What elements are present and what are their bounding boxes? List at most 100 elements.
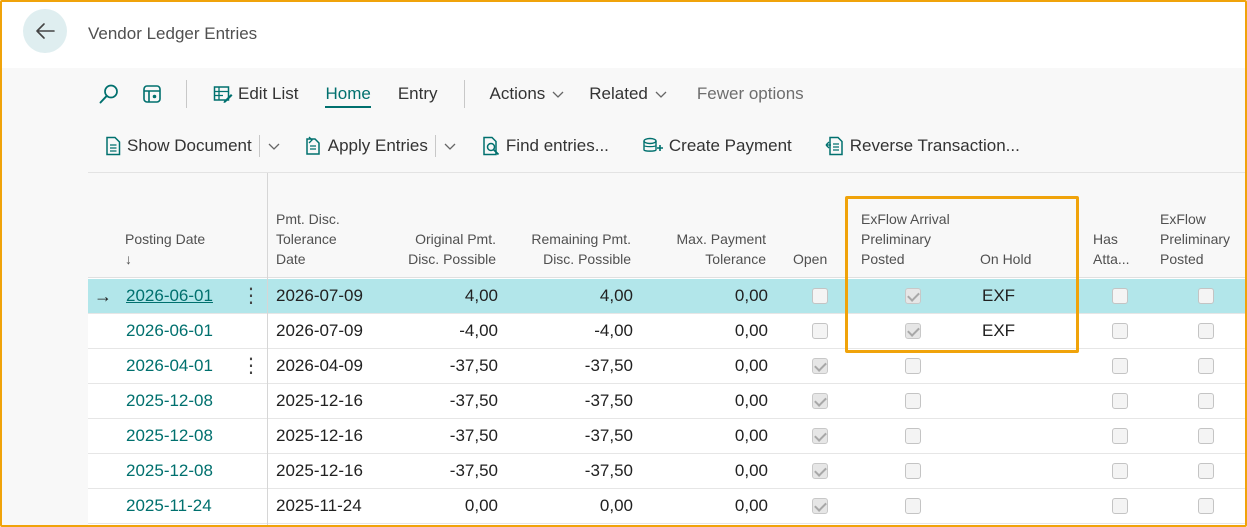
actions-menu-label: Actions — [489, 84, 546, 103]
row-actions-icon[interactable]: ⋮ — [241, 349, 261, 383]
column-header-open[interactable]: Open — [793, 249, 843, 269]
exflow-arrival-preliminary-posted-checkbox[interactable] — [905, 463, 921, 479]
column-header-label: Date — [276, 251, 306, 267]
remaining-pmt-disc-possible-cell: -37,50 — [584, 461, 633, 480]
column-header-original-pmt-disc-possible[interactable]: Original Pmt. Disc. Possible — [388, 229, 496, 269]
column-header-has-attachment[interactable]: Has Atta... — [1093, 229, 1143, 269]
posting-date-link[interactable]: 2026-04-01 — [126, 349, 213, 383]
tab-home[interactable]: Home — [325, 68, 372, 120]
open-checkbox[interactable] — [812, 288, 828, 304]
column-header-exflow-arrival-preliminary-posted[interactable]: ExFlow Arrival Preliminary Posted — [861, 209, 971, 269]
window-frame: Vendor Ledger Entries Edit List Home Ent… — [0, 0, 1247, 527]
exflow-preliminary-posted-checkbox[interactable] — [1198, 288, 1214, 304]
exflow-arrival-preliminary-posted-checkbox[interactable] — [905, 428, 921, 444]
table-row[interactable]: 2026-04-01 ⋮ 2026-04-09 -37,50 -37,50 0,00 — [88, 349, 1245, 384]
open-checkbox[interactable] — [812, 393, 828, 409]
open-checkbox[interactable] — [812, 323, 828, 339]
column-header-label: Preliminary — [861, 231, 932, 247]
posting-date-link[interactable]: 2026-06-01 — [126, 279, 213, 313]
exflow-preliminary-posted-checkbox[interactable] — [1198, 428, 1214, 444]
exflow-preliminary-posted-checkbox[interactable] — [1198, 358, 1214, 374]
exflow-preliminary-posted-checkbox[interactable] — [1198, 498, 1214, 514]
reverse-transaction-label: Reverse Transaction... — [849, 136, 1020, 155]
column-header-max-payment-tolerance[interactable]: Max. Payment Tolerance — [648, 229, 766, 269]
has-attachment-checkbox[interactable] — [1112, 463, 1128, 479]
posting-date-link[interactable]: 2026-06-01 — [126, 314, 213, 348]
actions-menu[interactable]: Actions — [490, 68, 566, 120]
exflow-preliminary-posted-checkbox[interactable] — [1198, 393, 1214, 409]
table-row[interactable]: 2025-12-08 2025-12-16 -37,50 -37,50 0,00 — [88, 419, 1245, 454]
column-header-label: Atta... — [1093, 251, 1130, 267]
exflow-arrival-preliminary-posted-checkbox[interactable] — [905, 323, 921, 339]
column-header-label: On Hold — [980, 251, 1032, 267]
column-header-label: Disc. Possible — [543, 251, 631, 267]
chevron-down-icon — [444, 143, 456, 150]
page-content: Edit List Home Entry Actions Related Few… — [2, 68, 1245, 525]
posting-date-link[interactable]: 2025-12-08 — [126, 419, 213, 453]
separator — [463, 80, 465, 108]
exflow-preliminary-posted-checkbox[interactable] — [1198, 323, 1214, 339]
column-header-label: Original Pmt. — [415, 231, 496, 247]
exflow-arrival-preliminary-posted-checkbox[interactable] — [905, 358, 921, 374]
max-payment-tolerance-cell: 0,00 — [734, 286, 768, 305]
frozen-column-divider — [267, 173, 268, 525]
table-row[interactable]: 2025-12-08 2025-12-16 -37,50 -37,50 0,00 — [88, 454, 1245, 489]
has-attachment-checkbox[interactable] — [1112, 498, 1128, 514]
search-button[interactable] — [98, 68, 120, 120]
ledger-entries-grid: Posting Date ↓ Pmt. Disc. Tolerance Date… — [88, 172, 1245, 525]
posting-date-link[interactable]: 2025-11-24 — [126, 489, 212, 523]
has-attachment-checkbox[interactable] — [1112, 288, 1128, 304]
open-checkbox[interactable] — [812, 428, 828, 444]
find-entries-button[interactable]: Find entries... — [481, 120, 609, 172]
column-header-exflow-preliminary-posted[interactable]: ExFlow Preliminary Posted — [1160, 209, 1245, 269]
table-row[interactable]: → 2026-06-01 ⋮ 2026-07-09 4,00 4,00 0,00 EXF — [88, 279, 1245, 314]
original-pmt-disc-possible-cell: 4,00 — [464, 286, 498, 305]
back-button[interactable] — [23, 9, 67, 53]
column-header-label: Pmt. Disc. — [276, 211, 340, 227]
apply-entries-icon — [305, 136, 320, 155]
remaining-pmt-disc-possible-cell: -37,50 — [584, 426, 633, 445]
pmt-disc-tolerance-date-cell: 2026-07-09 — [276, 321, 363, 340]
open-checkbox[interactable] — [812, 498, 828, 514]
related-menu-label: Related — [589, 84, 648, 103]
show-document-button[interactable]: Show Document — [104, 120, 252, 172]
exflow-preliminary-posted-checkbox[interactable] — [1198, 463, 1214, 479]
reverse-transaction-button[interactable]: Reverse Transaction... — [825, 120, 1020, 172]
column-header-remaining-pmt-disc-possible[interactable]: Remaining Pmt. Disc. Possible — [508, 229, 631, 269]
column-header-on-hold[interactable]: On Hold — [980, 249, 1060, 269]
original-pmt-disc-possible-cell: -37,50 — [449, 391, 498, 410]
apply-entries-dropdown[interactable] — [443, 120, 457, 172]
has-attachment-checkbox[interactable] — [1112, 358, 1128, 374]
edit-list-button[interactable]: Edit List — [213, 68, 298, 120]
exflow-arrival-preliminary-posted-checkbox[interactable] — [905, 393, 921, 409]
open-checkbox[interactable] — [812, 358, 828, 374]
create-payment-button[interactable]: Create Payment — [642, 120, 792, 172]
filter-pane-button[interactable] — [142, 68, 162, 120]
apply-entries-button[interactable]: Apply Entries — [303, 120, 428, 172]
related-menu[interactable]: Related — [589, 68, 668, 120]
fewer-options-button[interactable]: Fewer options — [697, 68, 804, 120]
find-entries-icon — [483, 136, 500, 156]
column-header-label: Posting Date — [125, 231, 206, 247]
show-document-dropdown[interactable] — [267, 120, 281, 172]
create-payment-icon — [643, 137, 663, 152]
column-header-posting-date[interactable]: Posting Date ↓ — [125, 229, 245, 269]
exflow-arrival-preliminary-posted-checkbox[interactable] — [905, 288, 921, 304]
posting-date-link[interactable]: 2025-12-08 — [126, 454, 213, 488]
original-pmt-disc-possible-cell: -37,50 — [449, 426, 498, 445]
has-attachment-checkbox[interactable] — [1112, 428, 1128, 444]
table-row[interactable]: 2026-06-01 2026-07-09 -4,00 -4,00 0,00 EXF — [88, 314, 1245, 349]
column-header-pmt-disc-tolerance-date[interactable]: Pmt. Disc. Tolerance Date — [276, 209, 386, 269]
exflow-arrival-preliminary-posted-checkbox[interactable] — [905, 498, 921, 514]
tab-entry[interactable]: Entry — [398, 68, 438, 120]
has-attachment-checkbox[interactable] — [1112, 393, 1128, 409]
chevron-down-icon — [655, 91, 667, 98]
row-actions-icon[interactable]: ⋮ — [241, 279, 261, 313]
has-attachment-checkbox[interactable] — [1112, 323, 1128, 339]
open-checkbox[interactable] — [812, 463, 828, 479]
table-row[interactable]: 2025-12-08 2025-12-16 -37,50 -37,50 0,00 — [88, 384, 1245, 419]
posting-date-link[interactable]: 2025-12-08 — [126, 384, 213, 418]
table-row[interactable]: 2025-11-24 2025-11-24 0,00 0,00 0,00 — [88, 489, 1245, 524]
page-title: Vendor Ledger Entries — [88, 24, 258, 43]
max-payment-tolerance-cell: 0,00 — [734, 321, 768, 340]
